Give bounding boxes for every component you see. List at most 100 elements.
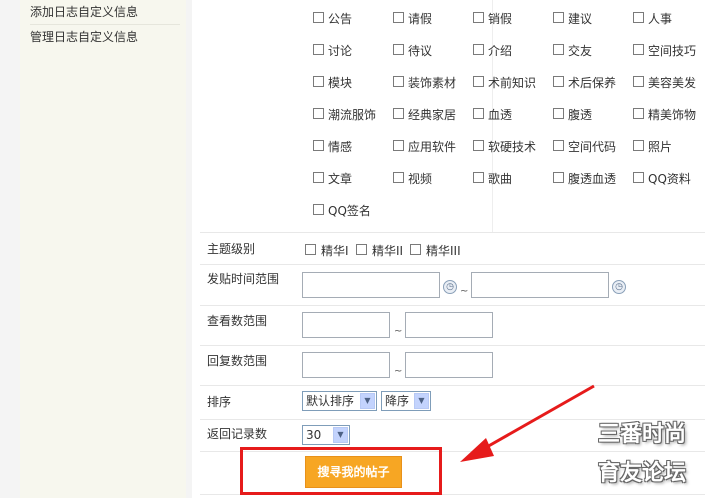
sidebar-item-add-custom-info[interactable]: 添加日志自定义信息 <box>30 0 180 25</box>
category-label: 建议 <box>568 12 593 26</box>
category-label: 销假 <box>488 12 513 26</box>
level-label-2: 精华II <box>372 244 404 258</box>
watermark-line-2: 育友论坛 <box>598 461 687 486</box>
category-checkbox[interactable] <box>393 140 404 151</box>
category-label: 歌曲 <box>488 172 513 186</box>
category-checkbox[interactable] <box>633 108 644 119</box>
category-label: 照片 <box>648 140 673 154</box>
category-label: 讨论 <box>328 44 353 58</box>
category-checkbox[interactable] <box>393 76 404 87</box>
category-label: 装饰素材 <box>408 76 457 90</box>
row-divider <box>200 305 705 306</box>
left-sidebar: 添加日志自定义信息 管理日志自定义信息 <box>0 0 192 498</box>
category-label: 空间技巧 <box>648 44 697 58</box>
count-select[interactable]: 30 ▼ <box>302 425 350 445</box>
order-select-value: 降序 <box>385 394 410 408</box>
category-checkbox[interactable] <box>473 12 484 23</box>
time-end-input[interactable] <box>471 272 609 298</box>
category-checkbox[interactable] <box>393 44 404 55</box>
level-checkbox-2[interactable] <box>356 244 367 255</box>
category-label: 空间代码 <box>568 140 617 154</box>
category-label: 腹透血透 <box>568 172 617 186</box>
category-label: 介绍 <box>488 44 513 58</box>
sidebar-menu: 添加日志自定义信息 管理日志自定义信息 <box>20 0 186 498</box>
category-label: 文章 <box>328 172 353 186</box>
views-range-label: 查看数范围 <box>207 314 268 328</box>
category-label: 应用软件 <box>408 140 457 154</box>
category-label: 软硬技术 <box>488 140 537 154</box>
calendar-icon[interactable]: ◷ <box>443 280 457 294</box>
category-label: 公告 <box>328 12 353 26</box>
category-label: QQ签名 <box>328 204 371 218</box>
category-checkbox[interactable] <box>553 76 564 87</box>
category-label: 视频 <box>408 172 433 186</box>
category-checkbox[interactable] <box>313 44 324 55</box>
chevron-down-icon: ▼ <box>333 427 348 443</box>
category-checkbox[interactable] <box>473 140 484 151</box>
category-checkbox[interactable] <box>313 140 324 151</box>
category-label: 美容美发 <box>648 76 697 90</box>
count-label: 返回记录数 <box>207 427 268 441</box>
category-checkbox[interactable] <box>553 12 564 23</box>
category-checkbox[interactable] <box>313 108 324 119</box>
category-checkbox[interactable] <box>633 140 644 151</box>
category-checkbox[interactable] <box>633 172 644 183</box>
category-label: QQ资料 <box>648 172 691 186</box>
views-min-input[interactable] <box>302 312 390 338</box>
category-checkbox[interactable] <box>313 204 324 215</box>
category-checkbox[interactable] <box>393 172 404 183</box>
category-checkbox[interactable] <box>633 76 644 87</box>
chevron-down-icon: ▼ <box>414 393 429 409</box>
replies-max-input[interactable] <box>405 352 493 378</box>
category-checkbox[interactable] <box>473 44 484 55</box>
replies-range-label: 回复数范围 <box>207 354 268 368</box>
category-label: 情感 <box>328 140 353 154</box>
category-checkbox[interactable] <box>473 108 484 119</box>
row-divider <box>200 232 705 233</box>
level-checkbox-3[interactable] <box>410 244 421 255</box>
sort-select[interactable]: 默认排序 ▼ <box>302 391 377 411</box>
category-label: 请假 <box>408 12 433 26</box>
category-label: 交友 <box>568 44 593 58</box>
views-max-input[interactable] <box>405 312 493 338</box>
sidebar-item-manage-custom-info[interactable]: 管理日志自定义信息 <box>30 25 180 49</box>
category-checkbox[interactable] <box>553 44 564 55</box>
category-checkbox[interactable] <box>553 172 564 183</box>
category-checkbox[interactable] <box>393 12 404 23</box>
range-separator: ~ <box>394 366 403 377</box>
category-checkbox[interactable] <box>473 76 484 87</box>
category-label: 模块 <box>328 76 353 90</box>
category-checkbox[interactable] <box>633 12 644 23</box>
category-checkbox[interactable] <box>313 76 324 87</box>
category-label: 腹透 <box>568 108 593 122</box>
sort-select-value: 默认排序 <box>306 394 355 408</box>
category-checkbox[interactable] <box>313 12 324 23</box>
category-checkbox[interactable] <box>313 172 324 183</box>
watermark-line-1: 三番时尚 <box>598 422 687 447</box>
replies-min-input[interactable] <box>302 352 390 378</box>
category-checkbox[interactable] <box>393 108 404 119</box>
time-range-label: 发贴时间范围 <box>207 272 280 286</box>
sort-label: 排序 <box>207 395 232 409</box>
category-checkbox[interactable] <box>473 172 484 183</box>
category-label: 术前知识 <box>488 76 537 90</box>
level-label-1: 精华I <box>321 244 349 258</box>
category-label: 人事 <box>648 12 673 26</box>
category-checkbox[interactable] <box>553 108 564 119</box>
calendar-icon[interactable]: ◷ <box>612 280 626 294</box>
level-label: 主题级别 <box>207 242 256 256</box>
row-divider <box>200 264 705 265</box>
search-my-posts-button[interactable]: 搜寻我的帖子 <box>305 456 402 488</box>
row-divider <box>200 385 705 386</box>
category-checkbox[interactable] <box>633 44 644 55</box>
count-select-value: 30 <box>306 428 322 442</box>
time-start-input[interactable] <box>302 272 440 298</box>
order-select[interactable]: 降序 ▼ <box>381 391 431 411</box>
chevron-down-icon: ▼ <box>360 393 375 409</box>
category-label: 精美饰物 <box>648 108 697 122</box>
level-label-3: 精华III <box>426 244 461 258</box>
category-checkbox[interactable] <box>553 140 564 151</box>
category-label: 待议 <box>408 44 433 58</box>
range-separator: ~ <box>394 326 403 337</box>
level-checkbox-1[interactable] <box>305 244 316 255</box>
